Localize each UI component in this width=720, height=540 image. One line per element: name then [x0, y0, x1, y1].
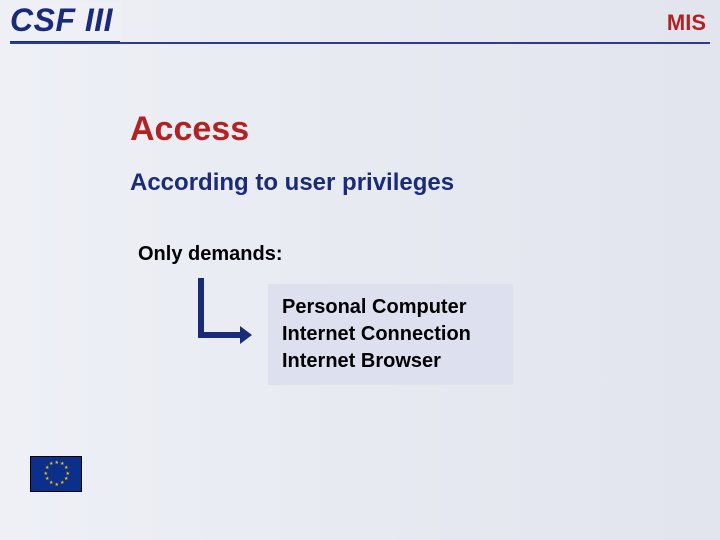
slide-content: Access According to user privileges Only…	[130, 110, 680, 385]
star-icon: ★	[60, 463, 63, 466]
eu-flag-icon: ★★★★★★★★★★★★	[30, 456, 82, 492]
slide-title-right: MIS	[667, 10, 706, 36]
header-divider	[10, 42, 710, 44]
slide-title-left: CSF III	[10, 2, 121, 41]
requirement-item: Internet Browser	[282, 348, 471, 375]
star-icon: ★	[49, 482, 52, 485]
star-icon: ★	[45, 467, 48, 470]
demands-label: Only demands:	[138, 243, 680, 266]
star-icon: ★	[64, 467, 67, 470]
section-heading: Access	[130, 110, 680, 149]
section-subtitle: According to user privileges	[130, 169, 680, 197]
slide-header: CSF III MIS	[0, 0, 720, 48]
star-icon: ★	[44, 473, 47, 476]
star-icon: ★	[55, 484, 58, 487]
demands-row: Personal Computer Internet Connection In…	[190, 284, 680, 385]
star-icon: ★	[55, 462, 58, 465]
star-icon: ★	[60, 482, 63, 485]
requirement-item: Personal Computer	[282, 294, 471, 321]
arrow-bracket-icon	[190, 278, 250, 356]
requirements-box: Personal Computer Internet Connection In…	[268, 284, 513, 385]
requirement-item: Internet Connection	[282, 321, 471, 348]
star-icon: ★	[64, 478, 67, 481]
star-icon: ★	[45, 478, 48, 481]
star-icon: ★	[49, 463, 52, 466]
